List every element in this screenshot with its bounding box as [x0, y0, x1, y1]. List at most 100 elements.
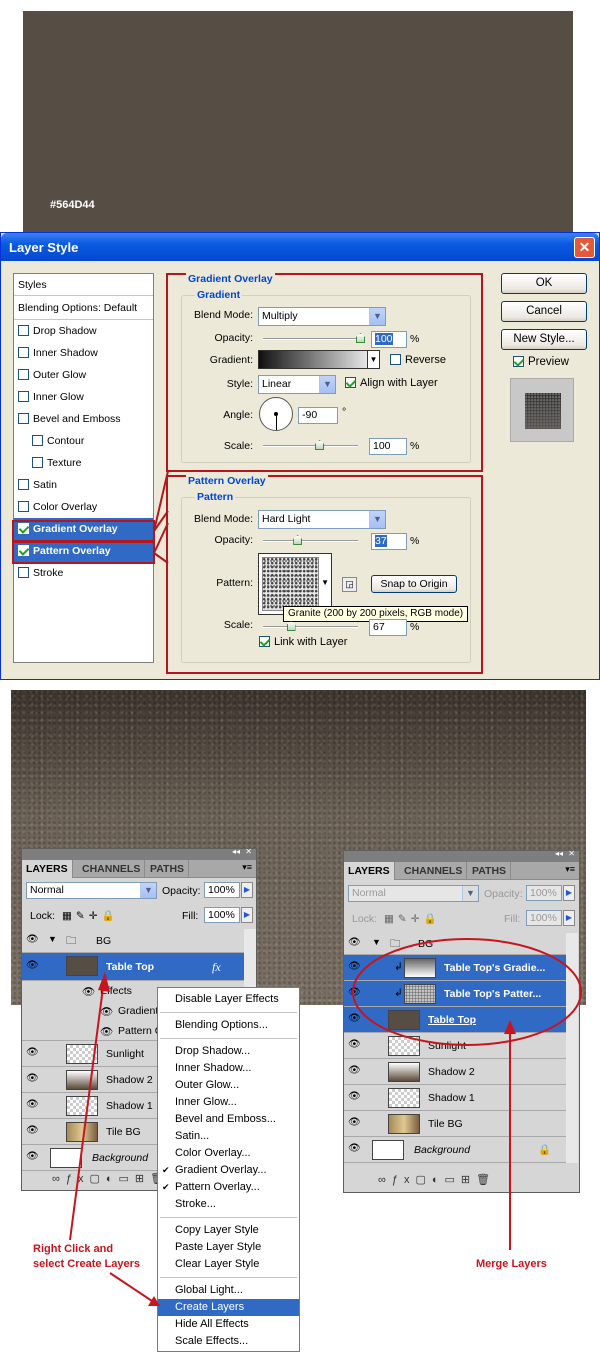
checkbox[interactable]	[18, 391, 29, 402]
panel-menu-icon[interactable]: ▾≡	[242, 862, 252, 873]
checkbox[interactable]	[18, 347, 29, 358]
tab-paths[interactable]: PATHS	[146, 860, 190, 878]
chevron-down-icon: ▼	[367, 351, 379, 368]
blend-mode-value: Hard Light	[262, 513, 311, 525]
style-item-texture[interactable]: Texture	[14, 452, 153, 474]
collapse-icon[interactable]: ◂◂	[555, 849, 563, 858]
opacity-slider[interactable]	[263, 338, 363, 340]
tab-paths[interactable]: PATHS	[468, 862, 512, 880]
link-with-layer-checkbox[interactable]: Link with Layer	[259, 636, 347, 648]
close-icon[interactable]: ✕	[568, 849, 575, 858]
chevron-down-icon: ▼	[369, 511, 385, 528]
style-item-label: Satin	[33, 479, 57, 491]
checkbox[interactable]	[18, 567, 29, 578]
opacity-input[interactable]: 37	[371, 533, 407, 550]
align-with-layer-checkbox[interactable]: Align with Layer	[345, 377, 438, 389]
tab-channels[interactable]: CHANNELS	[78, 860, 146, 878]
align-label: Align with Layer	[360, 377, 438, 389]
panel-menu-icon[interactable]: ▾≡	[565, 864, 575, 875]
blend-mode-select[interactable]: Hard Light ▼	[258, 510, 386, 529]
blend-value: Normal	[30, 884, 64, 896]
blend-mode-select[interactable]: Normal ▼	[26, 882, 157, 899]
checkbox[interactable]	[32, 457, 43, 468]
angle-label: Angle:	[223, 409, 253, 421]
checkbox[interactable]	[18, 479, 29, 490]
opacity-label: Opacity:	[484, 888, 523, 900]
scale-value: 67	[373, 621, 385, 633]
ok-button[interactable]: OK	[501, 273, 587, 294]
dialog-title: Layer Style	[9, 240, 79, 255]
tab-layers[interactable]: LAYERS	[344, 862, 395, 880]
style-item-color-overlay[interactable]: Color Overlay	[14, 496, 153, 518]
layer-style-dialog: Layer Style ✕ Styles Blending Options: D…	[0, 232, 600, 680]
angle-needle	[276, 414, 277, 430]
style-item-outer-glow[interactable]: Outer Glow	[14, 364, 153, 386]
annotation-merge-layers: Merge Layers	[476, 1258, 547, 1270]
opacity-arrow-icon[interactable]: ▶	[241, 882, 253, 898]
checkbox[interactable]	[18, 325, 29, 336]
opacity-input[interactable]: 100%	[526, 885, 562, 901]
style-select[interactable]: Linear ▼	[258, 375, 336, 394]
blend-mode-select[interactable]: Multiply ▼	[258, 307, 386, 326]
chevron-down-icon: ▼	[321, 578, 329, 587]
style-item-drop-shadow[interactable]: Drop Shadow	[14, 320, 153, 342]
scale-input[interactable]: 67	[369, 619, 407, 636]
pattern-label: Pattern:	[216, 577, 253, 589]
angle-value: -90	[302, 409, 318, 421]
style-value: Linear	[262, 378, 292, 390]
checkbox	[513, 356, 524, 367]
preview-checkbox[interactable]: Preview	[513, 356, 569, 368]
highlight-box	[12, 520, 155, 542]
opacity-arrow-icon[interactable]: ▶	[563, 885, 575, 901]
opacity-value: 100%	[530, 887, 557, 899]
style-item-contour[interactable]: Contour	[14, 430, 153, 452]
right-click-arrowhead	[98, 972, 110, 992]
style-item-label: Contour	[47, 435, 85, 447]
scale-label: Scale:	[223, 440, 253, 452]
pattern-group-title: Pattern	[195, 491, 236, 503]
tab-channels[interactable]: CHANNELS	[400, 862, 468, 880]
collapse-icon[interactable]: ◂◂	[232, 847, 240, 856]
right-click-arrow	[69, 979, 105, 1241]
scale-value: 100	[373, 440, 391, 452]
style-item-stroke[interactable]: Stroke	[14, 562, 153, 584]
checkbox[interactable]	[18, 501, 29, 512]
style-item-inner-shadow[interactable]: Inner Shadow	[14, 342, 153, 364]
chevron-down-icon: ▼	[140, 883, 156, 898]
scale-slider[interactable]	[263, 626, 358, 628]
angle-dial[interactable]	[259, 397, 293, 431]
cancel-button[interactable]: Cancel	[501, 301, 587, 322]
tab-layers[interactable]: LAYERS	[22, 860, 73, 878]
style-item-satin[interactable]: Satin	[14, 474, 153, 496]
blending-options-item[interactable]: Blending Options: Default	[14, 296, 153, 320]
close-button[interactable]: ✕	[574, 237, 595, 258]
scale-slider[interactable]	[263, 445, 358, 447]
style-item-label: Inner Glow	[33, 391, 84, 403]
styles-header[interactable]: Styles	[14, 274, 153, 296]
checkbox[interactable]	[32, 435, 43, 446]
style-label: Style:	[226, 378, 253, 390]
new-preset-icon[interactable]: ◲	[342, 577, 357, 592]
reverse-checkbox[interactable]: Reverse	[390, 354, 446, 366]
color-swatch	[23, 11, 573, 233]
gradient-preview[interactable]: ▼	[258, 350, 380, 369]
opacity-input[interactable]: 100%	[204, 882, 240, 898]
new-style-button[interactable]: New Style...	[501, 329, 587, 350]
checkbox[interactable]	[18, 369, 29, 380]
annotation-right-click: Right Click and select Create Layers	[33, 1243, 141, 1270]
opacity-input[interactable]: 100	[371, 331, 407, 348]
style-item-inner-glow[interactable]: Inner Glow	[14, 386, 153, 408]
scale-input[interactable]: 100	[369, 438, 407, 455]
snap-to-origin-button[interactable]: Snap to Origin	[371, 575, 457, 593]
angle-input[interactable]: -90	[298, 407, 338, 424]
opacity-slider[interactable]	[263, 540, 358, 542]
close-icon[interactable]: ✕	[245, 847, 252, 856]
percent-sign: %	[410, 621, 420, 633]
style-item-label: Drop Shadow	[33, 325, 97, 337]
style-item-bevel-and-emboss[interactable]: Bevel and Emboss	[14, 408, 153, 430]
panel-tabs: LAYERS CHANNELS PATHS ▾≡	[22, 860, 256, 878]
menu-item-scale-effects[interactable]: Scale Effects...	[158, 1333, 299, 1350]
styles-list: Styles Blending Options: Default Drop Sh…	[13, 273, 154, 663]
checkbox[interactable]	[18, 413, 29, 424]
gradient-label: Gradient:	[209, 354, 253, 366]
